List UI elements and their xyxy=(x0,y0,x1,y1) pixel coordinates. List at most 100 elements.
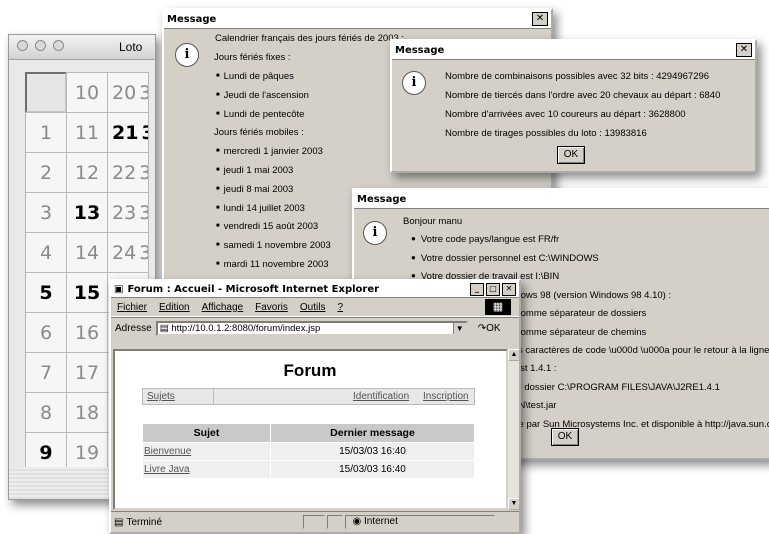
link-sujets[interactable]: Sujets xyxy=(147,391,175,402)
info-icon: i xyxy=(175,43,199,67)
loto-number-cell[interactable]: 2 xyxy=(25,152,67,193)
loto-number-cell[interactable]: 11 xyxy=(66,112,108,153)
loto-number-cell[interactable]: 15 xyxy=(66,272,108,313)
loto-number: 24 xyxy=(112,241,137,264)
scroll-down-icon[interactable]: ▼ xyxy=(508,498,519,510)
topic-cell[interactable]: Livre Java xyxy=(143,461,270,478)
close-button[interactable]: ✕ xyxy=(532,12,548,26)
system-info-item: Votre code pays/langue est FR/fr xyxy=(411,234,559,245)
loto-clipped-digit: 3 xyxy=(139,162,148,184)
go-label: OK xyxy=(486,322,501,334)
loto-empty-cell[interactable] xyxy=(25,72,67,113)
topic-cell[interactable]: Bienvenue xyxy=(143,443,270,460)
loto-number-cell[interactable]: 243 xyxy=(107,232,149,273)
minimize-button[interactable]: _ xyxy=(470,282,484,296)
loto-number-cell[interactable]: 3 xyxy=(25,192,67,233)
minimize-dot-icon[interactable] xyxy=(35,40,46,51)
holiday-item: Lundi de pâques xyxy=(216,71,294,82)
loto-number-cell[interactable]: 17 xyxy=(66,352,108,393)
loto-number-cell[interactable]: 14 xyxy=(66,232,108,273)
ie-title: Forum : Accueil - Microsoft Internet Exp… xyxy=(127,283,380,295)
zone-label: Internet xyxy=(363,516,398,527)
loto-number-cell[interactable]: 233 xyxy=(107,192,149,233)
vertical-scrollbar[interactable]: ▲ ▼ xyxy=(508,349,519,510)
loto-number-cell[interactable]: 13 xyxy=(66,192,108,233)
close-button[interactable]: ✕ xyxy=(736,43,752,57)
zoom-dot-icon[interactable] xyxy=(53,40,64,51)
go-button[interactable]: ↷OK xyxy=(478,323,501,334)
loto-number: 13 xyxy=(73,201,101,224)
holiday-item: samedi 1 novembre 2003 xyxy=(216,240,331,251)
loto-number: 16 xyxy=(74,321,100,344)
address-input[interactable]: ▤ http://10.0.1.2:8080/forum/index.jsp ▼ xyxy=(155,320,468,336)
holiday-heading: Calendrier français des jours fériés de … xyxy=(215,33,405,44)
page-content: Forum Sujets Identification Inscription … xyxy=(113,349,508,510)
ie-menubar: Fichier Edition Affichage Favoris Outils? ▦ xyxy=(111,298,519,317)
close-button[interactable]: ✕ xyxy=(502,282,516,296)
loto-number-cell[interactable]: 213 xyxy=(107,112,149,153)
loto-number: 17 xyxy=(74,361,100,384)
loto-number: 8 xyxy=(39,401,53,424)
status-panel xyxy=(327,515,344,529)
menu-item[interactable]: Edition xyxy=(159,302,190,313)
holiday-heading: Jours fériés fixes : xyxy=(214,52,291,63)
loto-number: 9 xyxy=(39,441,53,464)
windows-logo-icon: ▦ xyxy=(485,299,511,315)
column-header-dernier-message: Dernier message xyxy=(271,424,474,442)
loto-number-cell[interactable]: 18 xyxy=(66,392,108,433)
menu-item[interactable]: Affichage xyxy=(202,302,244,313)
loto-number-cell[interactable]: 5 xyxy=(25,272,67,313)
menu-item[interactable]: Outils xyxy=(300,302,326,313)
holiday-item: mardi 11 novembre 2003 xyxy=(216,259,329,270)
maximize-button[interactable]: □ xyxy=(486,282,500,296)
loto-number-cell[interactable]: 10 xyxy=(66,72,108,113)
info-icon: i xyxy=(363,221,387,245)
loto-number-cell[interactable]: 203 xyxy=(107,72,149,113)
loto-titlebar: Loto xyxy=(9,35,155,60)
loto-number: 6 xyxy=(39,321,53,344)
loto-number: 4 xyxy=(39,241,53,264)
status-bar: ▤ Terminé ◉ Internet xyxy=(111,511,519,532)
holiday-item: jeudi 1 mai 2003 xyxy=(216,165,294,176)
loto-number-cell[interactable]: 1 xyxy=(25,112,67,153)
menu-item[interactable]: Favoris xyxy=(255,302,288,313)
menu-item[interactable]: Fichier xyxy=(117,302,147,313)
close-dot-icon[interactable] xyxy=(17,40,28,51)
loto-number-cell[interactable]: 12 xyxy=(66,152,108,193)
ok-button[interactable]: OK xyxy=(551,428,579,446)
dialog-title: Message xyxy=(167,13,217,25)
loto-number-cell[interactable]: 8 xyxy=(25,392,67,433)
loto-number: 19 xyxy=(74,441,100,464)
table-row: Bienvenue 15/03/03 16:40 xyxy=(143,443,474,460)
topic-link[interactable]: Livre Java xyxy=(144,464,190,475)
loto-number: 12 xyxy=(74,161,100,184)
ok-button[interactable]: OK xyxy=(557,146,585,164)
loto-number-cell[interactable]: 16 xyxy=(66,312,108,353)
chevron-down-icon[interactable]: ▼ xyxy=(452,322,466,334)
address-url: http://10.0.1.2:8080/forum/index.jsp xyxy=(171,322,321,334)
loto-number-cell[interactable]: 4 xyxy=(25,232,67,273)
scroll-up-icon[interactable]: ▲ xyxy=(508,349,519,361)
page-title: Forum xyxy=(283,361,337,380)
loto-number: 7 xyxy=(39,361,53,384)
dialog-titlebar: Message ✕ xyxy=(392,41,755,60)
forum-nav: Sujets Identification Inscription xyxy=(142,388,475,405)
ie-app-icon: ▣ xyxy=(114,283,124,295)
link-identification[interactable]: Identification xyxy=(353,391,409,402)
dialog-title: Message xyxy=(395,44,445,56)
loto-number: 5 xyxy=(39,281,53,304)
combination-line: Nombre de tirages possibles du loto : 13… xyxy=(445,128,647,139)
loto-number-cell[interactable]: 7 xyxy=(25,352,67,393)
holiday-item: lundi 14 juillet 2003 xyxy=(216,203,305,214)
loto-number-cell[interactable]: 6 xyxy=(25,312,67,353)
message-dialog-combinations: Message ✕ i Nombre de combinaisons possi… xyxy=(390,39,757,173)
go-arrow-icon: ↷ xyxy=(477,322,487,334)
menu-item[interactable]: ? xyxy=(337,302,343,313)
loto-number-cell[interactable]: 223 xyxy=(107,152,149,193)
link-inscription[interactable]: Inscription xyxy=(423,391,469,402)
ie-window: ▣ Forum : Accueil - Microsoft Internet E… xyxy=(109,279,521,534)
holiday-item: Lundi de pentecôte xyxy=(216,109,305,120)
dialog-titlebar: Message xyxy=(354,190,769,209)
topic-link[interactable]: Bienvenue xyxy=(144,446,191,457)
loto-number: 15 xyxy=(73,281,101,304)
